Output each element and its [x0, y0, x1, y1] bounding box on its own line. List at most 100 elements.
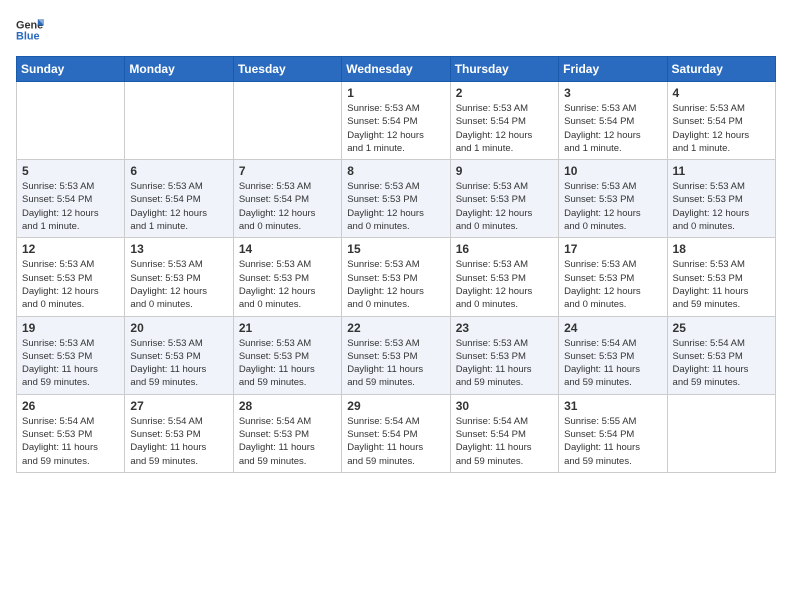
day-number: 7: [239, 164, 336, 178]
calendar-cell: 28 Sunrise: 5:54 AM Sunset: 5:53 PM Dayli…: [233, 394, 341, 472]
day-number: 16: [456, 242, 553, 256]
logo: General Blue: [16, 16, 44, 44]
calendar-cell: 31 Sunrise: 5:55 AM Sunset: 5:54 PM Dayli…: [559, 394, 667, 472]
calendar-week-row: 12Sunrise: 5:53 AM Sunset: 5:53 PM Dayli…: [17, 238, 776, 316]
day-number: 10: [564, 164, 661, 178]
calendar-cell: 9 Sunrise: 5:53 AM Sunset: 5:53 PM Daylig…: [450, 160, 558, 238]
logo-icon: General Blue: [16, 16, 44, 44]
day-info: Sunrise: 5:53 AM Sunset: 5:53 PM Dayligh…: [22, 258, 119, 311]
day-info: Sunrise: 5:53 AM Sunset: 5:54 PM Dayligh…: [347, 102, 444, 155]
page-header: General Blue: [16, 16, 776, 44]
calendar: SundayMondayTuesdayWednesdayThursdayFrid…: [16, 56, 776, 473]
day-number: 31: [564, 399, 661, 413]
day-info: Sunrise: 5:53 AM Sunset: 5:54 PM Dayligh…: [130, 180, 227, 233]
day-info: Sunrise: 5:53 AM Sunset: 5:53 PM Dayligh…: [130, 258, 227, 311]
day-info: Sunrise: 5:54 AM Sunset: 5:53 PM Dayligh…: [673, 337, 770, 390]
weekday-header: Monday: [125, 57, 233, 82]
day-number: 27: [130, 399, 227, 413]
day-number: 25: [673, 321, 770, 335]
day-number: 23: [456, 321, 553, 335]
day-info: Sunrise: 5:53 AM Sunset: 5:53 PM Dayligh…: [22, 337, 119, 390]
weekday-header: Friday: [559, 57, 667, 82]
day-number: 4: [673, 86, 770, 100]
calendar-cell: 15 Sunrise: 5:53 AM Sunset: 5:53 PM Dayli…: [342, 238, 450, 316]
calendar-cell: [233, 82, 341, 160]
day-number: 8: [347, 164, 444, 178]
day-number: 11: [673, 164, 770, 178]
day-info: Sunrise: 5:53 AM Sunset: 5:53 PM Dayligh…: [564, 258, 661, 311]
day-number: 1: [347, 86, 444, 100]
day-number: 14: [239, 242, 336, 256]
day-number: 13: [130, 242, 227, 256]
calendar-cell: 18Sunrise: 5:53 AM Sunset: 5:53 PM Dayli…: [667, 238, 775, 316]
calendar-week-row: 26 Sunrise: 5:54 AM Sunset: 5:53 PM Dayli…: [17, 394, 776, 472]
calendar-cell: 8 Sunrise: 5:53 AM Sunset: 5:53 PM Daylig…: [342, 160, 450, 238]
day-info: Sunrise: 5:54 AM Sunset: 5:53 PM Dayligh…: [22, 415, 119, 468]
calendar-cell: 24Sunrise: 5:54 AM Sunset: 5:53 PM Dayli…: [559, 316, 667, 394]
day-number: 22: [347, 321, 444, 335]
day-number: 5: [22, 164, 119, 178]
day-info: Sunrise: 5:53 AM Sunset: 5:53 PM Dayligh…: [673, 180, 770, 233]
day-info: Sunrise: 5:53 AM Sunset: 5:53 PM Dayligh…: [347, 180, 444, 233]
day-number: 2: [456, 86, 553, 100]
day-number: 29: [347, 399, 444, 413]
day-number: 30: [456, 399, 553, 413]
day-number: 21: [239, 321, 336, 335]
day-number: 18: [673, 242, 770, 256]
day-number: 3: [564, 86, 661, 100]
day-info: Sunrise: 5:53 AM Sunset: 5:53 PM Dayligh…: [130, 337, 227, 390]
day-info: Sunrise: 5:53 AM Sunset: 5:54 PM Dayligh…: [22, 180, 119, 233]
day-info: Sunrise: 5:53 AM Sunset: 5:54 PM Dayligh…: [673, 102, 770, 155]
calendar-cell: 27 Sunrise: 5:54 AM Sunset: 5:53 PM Dayli…: [125, 394, 233, 472]
day-number: 17: [564, 242, 661, 256]
calendar-week-row: 5 Sunrise: 5:53 AM Sunset: 5:54 PM Daylig…: [17, 160, 776, 238]
day-info: Sunrise: 5:53 AM Sunset: 5:53 PM Dayligh…: [456, 337, 553, 390]
day-number: 28: [239, 399, 336, 413]
day-info: Sunrise: 5:55 AM Sunset: 5:54 PM Dayligh…: [564, 415, 661, 468]
calendar-cell: [667, 394, 775, 472]
weekday-header: Saturday: [667, 57, 775, 82]
day-number: 15: [347, 242, 444, 256]
calendar-cell: 20 Sunrise: 5:53 AM Sunset: 5:53 PM Dayli…: [125, 316, 233, 394]
calendar-cell: 11 Sunrise: 5:53 AM Sunset: 5:53 PM Dayli…: [667, 160, 775, 238]
day-info: Sunrise: 5:53 AM Sunset: 5:53 PM Dayligh…: [239, 337, 336, 390]
calendar-cell: 6Sunrise: 5:53 AM Sunset: 5:54 PM Daylig…: [125, 160, 233, 238]
day-number: 26: [22, 399, 119, 413]
day-info: Sunrise: 5:53 AM Sunset: 5:53 PM Dayligh…: [347, 258, 444, 311]
calendar-cell: 12Sunrise: 5:53 AM Sunset: 5:53 PM Dayli…: [17, 238, 125, 316]
calendar-cell: 10 Sunrise: 5:53 AM Sunset: 5:53 PM Dayli…: [559, 160, 667, 238]
day-info: Sunrise: 5:54 AM Sunset: 5:54 PM Dayligh…: [347, 415, 444, 468]
calendar-cell: 16 Sunrise: 5:53 AM Sunset: 5:53 PM Dayli…: [450, 238, 558, 316]
day-number: 24: [564, 321, 661, 335]
calendar-cell: 29 Sunrise: 5:54 AM Sunset: 5:54 PM Dayli…: [342, 394, 450, 472]
calendar-cell: 14Sunrise: 5:53 AM Sunset: 5:53 PM Dayli…: [233, 238, 341, 316]
day-info: Sunrise: 5:53 AM Sunset: 5:53 PM Dayligh…: [564, 180, 661, 233]
calendar-cell: 30Sunrise: 5:54 AM Sunset: 5:54 PM Dayli…: [450, 394, 558, 472]
calendar-cell: [17, 82, 125, 160]
weekday-header: Thursday: [450, 57, 558, 82]
day-info: Sunrise: 5:53 AM Sunset: 5:54 PM Dayligh…: [456, 102, 553, 155]
svg-text:Blue: Blue: [16, 30, 40, 42]
calendar-cell: 21 Sunrise: 5:53 AM Sunset: 5:53 PM Dayli…: [233, 316, 341, 394]
day-info: Sunrise: 5:53 AM Sunset: 5:54 PM Dayligh…: [564, 102, 661, 155]
day-number: 9: [456, 164, 553, 178]
calendar-cell: 17 Sunrise: 5:53 AM Sunset: 5:53 PM Dayli…: [559, 238, 667, 316]
calendar-cell: 25 Sunrise: 5:54 AM Sunset: 5:53 PM Dayli…: [667, 316, 775, 394]
calendar-cell: 3 Sunrise: 5:53 AM Sunset: 5:54 PM Daylig…: [559, 82, 667, 160]
calendar-cell: 7 Sunrise: 5:53 AM Sunset: 5:54 PM Daylig…: [233, 160, 341, 238]
calendar-week-row: 1 Sunrise: 5:53 AM Sunset: 5:54 PM Daylig…: [17, 82, 776, 160]
day-info: Sunrise: 5:53 AM Sunset: 5:54 PM Dayligh…: [239, 180, 336, 233]
calendar-cell: 1 Sunrise: 5:53 AM Sunset: 5:54 PM Daylig…: [342, 82, 450, 160]
day-info: Sunrise: 5:53 AM Sunset: 5:53 PM Dayligh…: [456, 180, 553, 233]
calendar-cell: 13 Sunrise: 5:53 AM Sunset: 5:53 PM Dayli…: [125, 238, 233, 316]
calendar-cell: 22Sunrise: 5:53 AM Sunset: 5:53 PM Dayli…: [342, 316, 450, 394]
day-info: Sunrise: 5:53 AM Sunset: 5:53 PM Dayligh…: [456, 258, 553, 311]
calendar-week-row: 19 Sunrise: 5:53 AM Sunset: 5:53 PM Dayli…: [17, 316, 776, 394]
day-info: Sunrise: 5:54 AM Sunset: 5:53 PM Dayligh…: [239, 415, 336, 468]
day-number: 19: [22, 321, 119, 335]
day-info: Sunrise: 5:54 AM Sunset: 5:53 PM Dayligh…: [130, 415, 227, 468]
calendar-cell: 5 Sunrise: 5:53 AM Sunset: 5:54 PM Daylig…: [17, 160, 125, 238]
calendar-cell: 26 Sunrise: 5:54 AM Sunset: 5:53 PM Dayli…: [17, 394, 125, 472]
weekday-header: Tuesday: [233, 57, 341, 82]
day-number: 20: [130, 321, 227, 335]
